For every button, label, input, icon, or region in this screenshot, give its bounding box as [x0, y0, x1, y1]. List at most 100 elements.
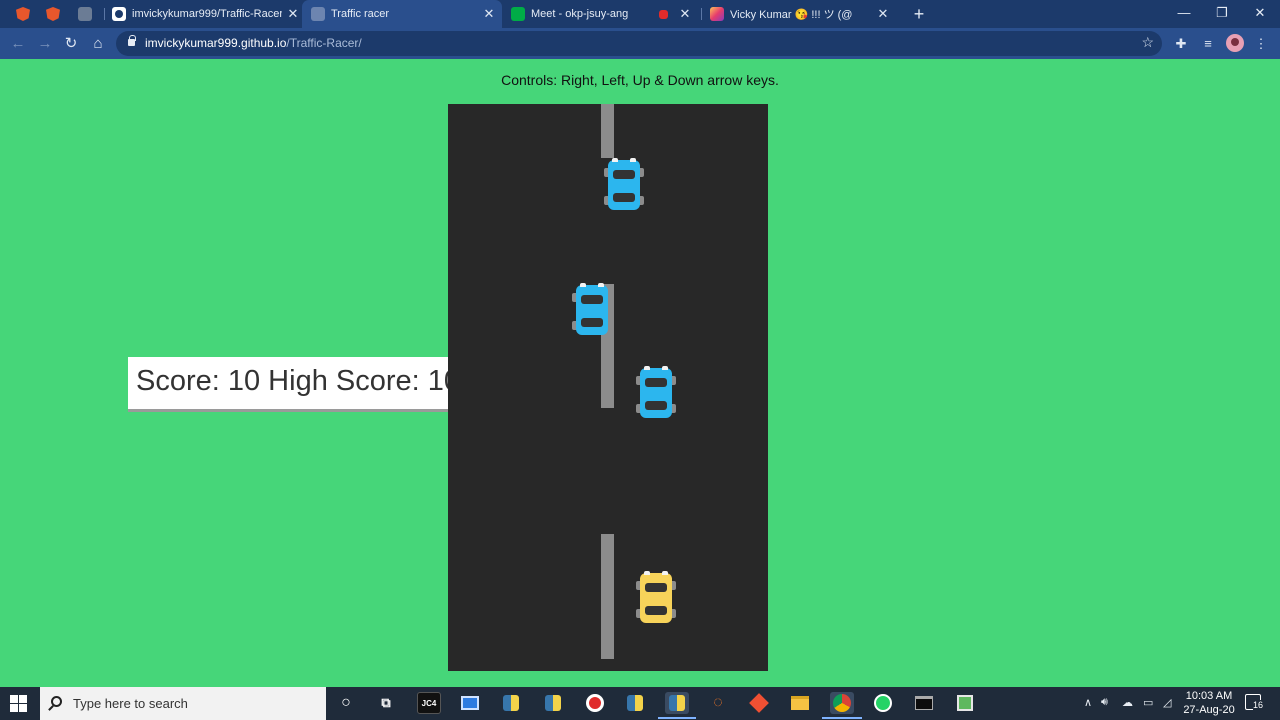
file-explorer-icon[interactable] — [788, 692, 812, 714]
network-icon[interactable]: ◿ — [1163, 696, 1171, 709]
tab-pinned-brave-1[interactable] — [8, 0, 38, 28]
python-app-icon[interactable] — [623, 692, 647, 714]
lane-marking — [601, 534, 614, 659]
onedrive-icon[interactable]: ☁ — [1122, 696, 1133, 709]
taskbar-clock[interactable]: 10:03 AM 27-Aug-20 — [1178, 689, 1240, 717]
globe-icon — [311, 7, 325, 21]
github-icon — [112, 7, 126, 21]
notification-center-icon[interactable]: 16 — [1245, 694, 1264, 710]
car-rear-window — [581, 318, 603, 327]
git-icon[interactable] — [747, 692, 771, 714]
tab-strip: imvickykumar999/Traffic-Racer: # ✕ Traff… — [0, 0, 1280, 28]
car-body — [576, 285, 608, 335]
url-host: imvickykumar999.github.io — [145, 36, 287, 50]
cortana-icon[interactable]: ○ — [334, 692, 358, 714]
restore-button[interactable]: ❐ — [1203, 0, 1241, 28]
tab-title: Vicky Kumar 😘 !!! ツ (@ — [730, 9, 853, 21]
score-text: Score: 10 High Score: 10 — [136, 365, 448, 397]
controls-instructions: Controls: Right, Left, Up & Down arrow k… — [501, 72, 779, 88]
forward-button[interactable]: → — [34, 33, 56, 55]
media-control-icon[interactable]: ≡ — [1197, 33, 1219, 55]
player-car[interactable] — [636, 571, 676, 625]
instagram-icon — [710, 7, 724, 21]
car-headlight — [598, 283, 604, 287]
minimize-button[interactable]: — — [1165, 0, 1203, 28]
enemy-car — [572, 283, 612, 337]
extensions-puzzle-icon[interactable]: ✚ — [1170, 33, 1192, 55]
search-placeholder: Type here to search — [73, 696, 188, 711]
bookmark-star-icon[interactable]: ☆ — [1141, 34, 1154, 51]
python-app-icon[interactable] — [541, 692, 565, 714]
car-headlight — [644, 571, 650, 575]
url-path: /Traffic-Racer/ — [286, 36, 362, 50]
tab-title: imvickykumar999/Traffic-Racer: # — [132, 8, 282, 20]
close-window-button[interactable]: ✕ — [1241, 0, 1279, 28]
terminal-icon[interactable] — [912, 692, 936, 714]
close-icon[interactable]: ✕ — [482, 6, 496, 22]
battery-icon[interactable]: ▭ — [1143, 696, 1153, 709]
url-text: imvickykumar999.github.io/Traffic-Racer/ — [145, 36, 362, 50]
enemy-car — [636, 366, 676, 420]
car-headlight — [662, 366, 668, 370]
close-icon[interactable]: ✕ — [678, 6, 692, 22]
car-rear-window — [613, 193, 635, 202]
python-app-icon[interactable] — [665, 692, 689, 714]
windows-start-icon[interactable] — [10, 695, 27, 712]
python-app-icon[interactable] — [499, 692, 523, 714]
car-body — [608, 160, 640, 210]
tray-overflow-icon[interactable]: ∧ — [1084, 696, 1092, 709]
tab-pinned-brave-2[interactable] — [38, 0, 68, 28]
notification-count: 16 — [1253, 700, 1264, 710]
task-view-icon[interactable]: ⧉ — [374, 692, 398, 714]
profile-avatar[interactable] — [1226, 34, 1244, 52]
lane-marking — [601, 104, 614, 158]
tab-github[interactable]: imvickykumar999/Traffic-Racer: # ✕ — [110, 0, 300, 28]
tab-pinned-3[interactable] — [70, 0, 100, 28]
brave-icon — [16, 7, 30, 21]
car-body — [640, 573, 672, 623]
game-road[interactable] — [448, 104, 768, 671]
tab-title: Meet - okp-jsuy-ang — [531, 8, 629, 20]
clock-date: 27-Aug-20 — [1183, 704, 1235, 716]
close-icon[interactable]: ✕ — [286, 6, 300, 22]
jupyter-icon[interactable]: ◌ — [706, 692, 730, 714]
new-tab-button[interactable]: + — [909, 4, 929, 24]
score-panel: Score: 10 High Score: 10 — [128, 357, 448, 409]
windows-taskbar: Type here to search ○ ⧉ JC4 ◌ ∧ 🔊︎ ☁ ▭ ◿… — [0, 687, 1280, 720]
tab-separator — [701, 8, 702, 20]
close-icon[interactable]: ✕ — [876, 6, 890, 22]
volume-icon[interactable]: 🔊︎ — [1101, 696, 1108, 709]
record-app-icon[interactable] — [583, 692, 607, 714]
jc4-app-icon[interactable]: JC4 — [417, 692, 441, 714]
taskbar-search-box[interactable]: Type here to search — [40, 687, 326, 720]
image-editor-icon[interactable] — [953, 692, 977, 714]
address-bar[interactable]: imvickykumar999.github.io/Traffic-Racer/… — [116, 31, 1162, 56]
tab-meet[interactable]: Meet - okp-jsuy-ang ✕ — [508, 0, 696, 28]
browser-toolbar: ← → ↻ ⌂ imvickykumar999.github.io/Traffi… — [0, 28, 1280, 59]
car-windshield — [581, 295, 603, 304]
chrome-icon[interactable] — [830, 692, 854, 714]
tab-separator — [104, 8, 105, 20]
car-headlight — [630, 158, 636, 162]
car-headlight — [662, 571, 668, 575]
car-body — [640, 368, 672, 418]
clock-time: 10:03 AM — [1185, 690, 1233, 702]
whatsapp-icon[interactable] — [871, 692, 895, 714]
running-app-indicator — [658, 717, 696, 719]
car-windshield — [645, 583, 667, 592]
reload-button[interactable]: ↻ — [60, 33, 82, 55]
back-button[interactable]: ← — [7, 33, 29, 55]
recording-icon — [659, 9, 668, 19]
enemy-car — [604, 158, 644, 212]
google-meet-icon — [511, 7, 525, 21]
car-headlight — [580, 283, 586, 287]
window-app-icon[interactable] — [458, 692, 482, 714]
car-rear-window — [645, 606, 667, 615]
search-icon — [51, 696, 62, 707]
home-button[interactable]: ⌂ — [87, 33, 109, 55]
lock-icon — [128, 35, 136, 46]
menu-kebab-icon[interactable]: ⋮ — [1250, 33, 1272, 55]
tab-title: Traffic racer — [331, 8, 390, 20]
tab-traffic-racer[interactable]: Traffic racer ✕ — [302, 0, 502, 28]
tab-instagram[interactable]: Vicky Kumar 😘 !!! ツ (@ ✕ — [708, 0, 894, 28]
